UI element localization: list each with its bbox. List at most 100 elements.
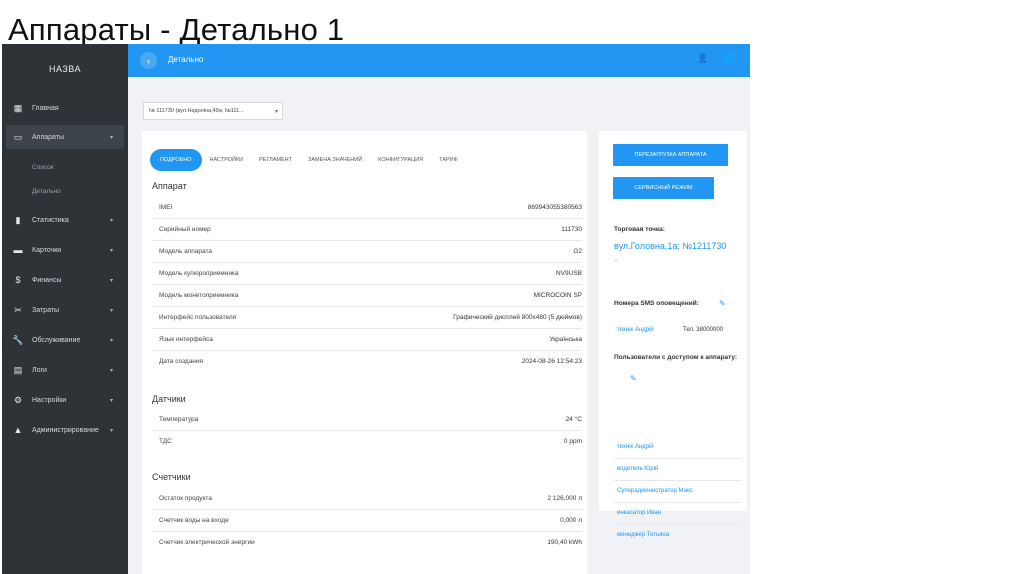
section-title-sensors: Датчики (152, 394, 186, 404)
row-value: 0,000 л (560, 517, 582, 524)
sidebar-item-logs[interactable]: ▤ Логи ▾ (2, 358, 128, 382)
sidebar-item-label: Обслуживание (32, 336, 81, 344)
table-row: Интерфейс пользователя Графический диспле… (152, 307, 582, 329)
table-row: Счетчик воды на входе 0,000 л (152, 510, 582, 532)
card-icon: ▬ (13, 245, 23, 255)
edit-sms-icon[interactable]: ✎ (719, 299, 726, 308)
sidebar-subitem-list[interactable]: Список (32, 164, 54, 171)
sidebar-item-settings[interactable]: ⚙ Настройки ▾ (2, 388, 128, 412)
device-select[interactable]: № 111730 (вул.Недоліна,49а; №111... ▾ (143, 102, 283, 120)
service-mode-label: СЕРВИСНЫЙ РЕЖИМ (634, 185, 693, 191)
row-value: 24 °C (565, 416, 582, 423)
sidebar-item-expenses[interactable]: ✂ Затраты ▾ (2, 298, 128, 322)
user-name: менеджер Тетьяна (617, 532, 670, 538)
sidebar-item-label: Администрирование (32, 426, 99, 434)
chevron-down-icon: ▾ (110, 427, 114, 434)
expenses-icon: ✂ (14, 304, 22, 315)
dashboard-icon: ▦ (13, 102, 23, 113)
row-key: Модель купюроприемника (159, 270, 239, 277)
table-row: Серийный номер 111730 (152, 219, 582, 241)
sidebar-item-service[interactable]: 🔧 Обслуживание ▾ (2, 328, 128, 352)
edit-access-icon[interactable]: ✎ (630, 374, 637, 383)
row-value: MICROCOIN SP (533, 292, 582, 299)
page-title: Детально (168, 55, 204, 64)
chevron-down-icon: ▾ (110, 247, 114, 254)
sidebar-item-label: Затраты (32, 306, 60, 314)
service-mode-button[interactable]: СЕРВИСНЫЙ РЕЖИМ (613, 177, 714, 199)
chevron-down-icon: ▾ (110, 397, 114, 404)
sidebar-item-label: Аппараты (32, 133, 65, 141)
user-name: инкасатор Иван (617, 510, 662, 516)
user-name: Суперадминистратор Макс (617, 488, 693, 494)
sidebar: НАЗВА ▦ Главная ▭ Аппараты ▾ Список Дета… (2, 44, 128, 574)
sidebar-item-label: Настройки (32, 396, 67, 404)
logs-icon: ▤ (13, 364, 23, 375)
app-window: НАЗВА ▦ Главная ▭ Аппараты ▾ Список Дета… (2, 44, 750, 574)
sidebar-item-cards[interactable]: ▬ Карточки ▾ (2, 238, 128, 262)
chevron-down-icon: ▾ (110, 307, 114, 314)
tab-value-replace[interactable]: ЗАМЕНА ЗНАЧЕНИЙ (300, 149, 370, 171)
list-item[interactable]: водитель Юрій (614, 459, 741, 481)
row-key: Серийный номер (159, 226, 211, 233)
top-bar: ‹ Детально 👤 🌐 (128, 44, 750, 77)
tab-settings[interactable]: НАСТРОЙКИ (202, 149, 252, 171)
sidebar-item-label: Статистика (32, 216, 69, 224)
sidebar-item-statistics[interactable]: ▮ Статистика ▾ (2, 208, 128, 232)
details-card: ПОДРОБНО НАСТРОЙКИ РЕГЛАМЕНТ ЗАМЕНА ЗНАЧ… (142, 131, 587, 574)
table-row: IMEI 869943055380563 (152, 197, 582, 219)
outlet-link[interactable]: вул.Головна,1а; №1211730 (614, 241, 726, 251)
brand-name: НАЗВА (48, 64, 82, 74)
table-row: Температура 24 °C (152, 409, 582, 431)
finance-icon: $ (15, 275, 21, 285)
globe-icon[interactable]: 🌐 (724, 53, 735, 64)
list-item[interactable]: технік Андрій (614, 437, 741, 459)
list-item[interactable]: инкасатор Иван (614, 503, 741, 525)
chevron-down-icon: ▾ (110, 367, 114, 374)
row-key: Температура (159, 416, 199, 423)
sidebar-item-admin[interactable]: ▲ Администрирование ▾ (2, 418, 128, 442)
tab-configuration[interactable]: КОНФИГУРАЦИЯ (370, 149, 431, 171)
list-item[interactable]: Суперадминистратор Макс (614, 481, 741, 503)
list-item[interactable]: менеджер Тетьяна (614, 525, 741, 547)
device-select-value: № 111730 (вул.Недоліна,49а; №111... (149, 108, 244, 114)
tab-tariff[interactable]: ТАРИФ (431, 149, 466, 171)
sidebar-item-finance[interactable]: $ Финансы ▾ (2, 268, 128, 292)
user-name: технік Андрій (617, 444, 654, 450)
person-icon: ▲ (13, 425, 23, 435)
row-value: Графический дисплей 800x480 (5 дюймов) (453, 314, 582, 321)
row-key: ТДС (159, 438, 172, 445)
chevron-down-icon: ▾ (110, 134, 114, 141)
sidebar-item-label: Финансы (32, 276, 62, 284)
user-name: водитель Юрій (617, 466, 659, 472)
table-row: Модель аппарата G2 (152, 241, 582, 263)
sms-contact-name[interactable]: технік Андрій (617, 327, 654, 333)
row-value: NV9USB (555, 270, 582, 277)
reboot-device-label: ПЕРЕЗАГРУЗКА АППАРАТА (634, 152, 707, 158)
row-value: Українська (549, 336, 582, 343)
row-key: Язык интерфейса (159, 336, 213, 343)
row-key: Интерфейс пользователя (159, 314, 237, 321)
tab-details[interactable]: ПОДРОБНО (150, 149, 202, 171)
sidebar-subitem-detail[interactable]: Детально (32, 188, 61, 195)
row-value: 0 ppm (563, 438, 582, 445)
row-value: 2024-08-26 12:54:23 (521, 358, 582, 365)
chevron-down-icon: ▾ (110, 277, 114, 284)
table-row: Дата создания 2024-08-26 12:54:23 (152, 351, 582, 373)
sidebar-item-label: Логи (32, 366, 47, 374)
chevron-down-icon: ▾ (110, 217, 114, 224)
chevron-down-icon: ▾ (274, 108, 278, 115)
row-key: Остаток продукта (159, 495, 212, 502)
chart-icon: ▮ (15, 214, 21, 225)
row-key: Счетчик электрической энергии (159, 539, 255, 546)
sidebar-item-main[interactable]: ▦ Главная (2, 96, 128, 120)
sidebar-item-devices[interactable]: ▭ Аппараты ▾ (6, 125, 124, 149)
user-icon[interactable]: 👤 (697, 53, 708, 64)
access-users-label: Пользователи с доступом к аппарату: (614, 354, 738, 361)
sidebar-item-label: Главная (32, 104, 59, 112)
table-row: Модель купюроприемника NV9USB (152, 263, 582, 285)
back-button[interactable]: ‹ (140, 52, 157, 69)
section-title-apparatus: Аппарат (152, 181, 187, 191)
reboot-device-button[interactable]: ПЕРЕЗАГРУЗКА АППАРАТА (613, 144, 728, 166)
outlet-dash: – (614, 258, 618, 264)
tab-schedule[interactable]: РЕГЛАМЕНТ (251, 149, 300, 171)
